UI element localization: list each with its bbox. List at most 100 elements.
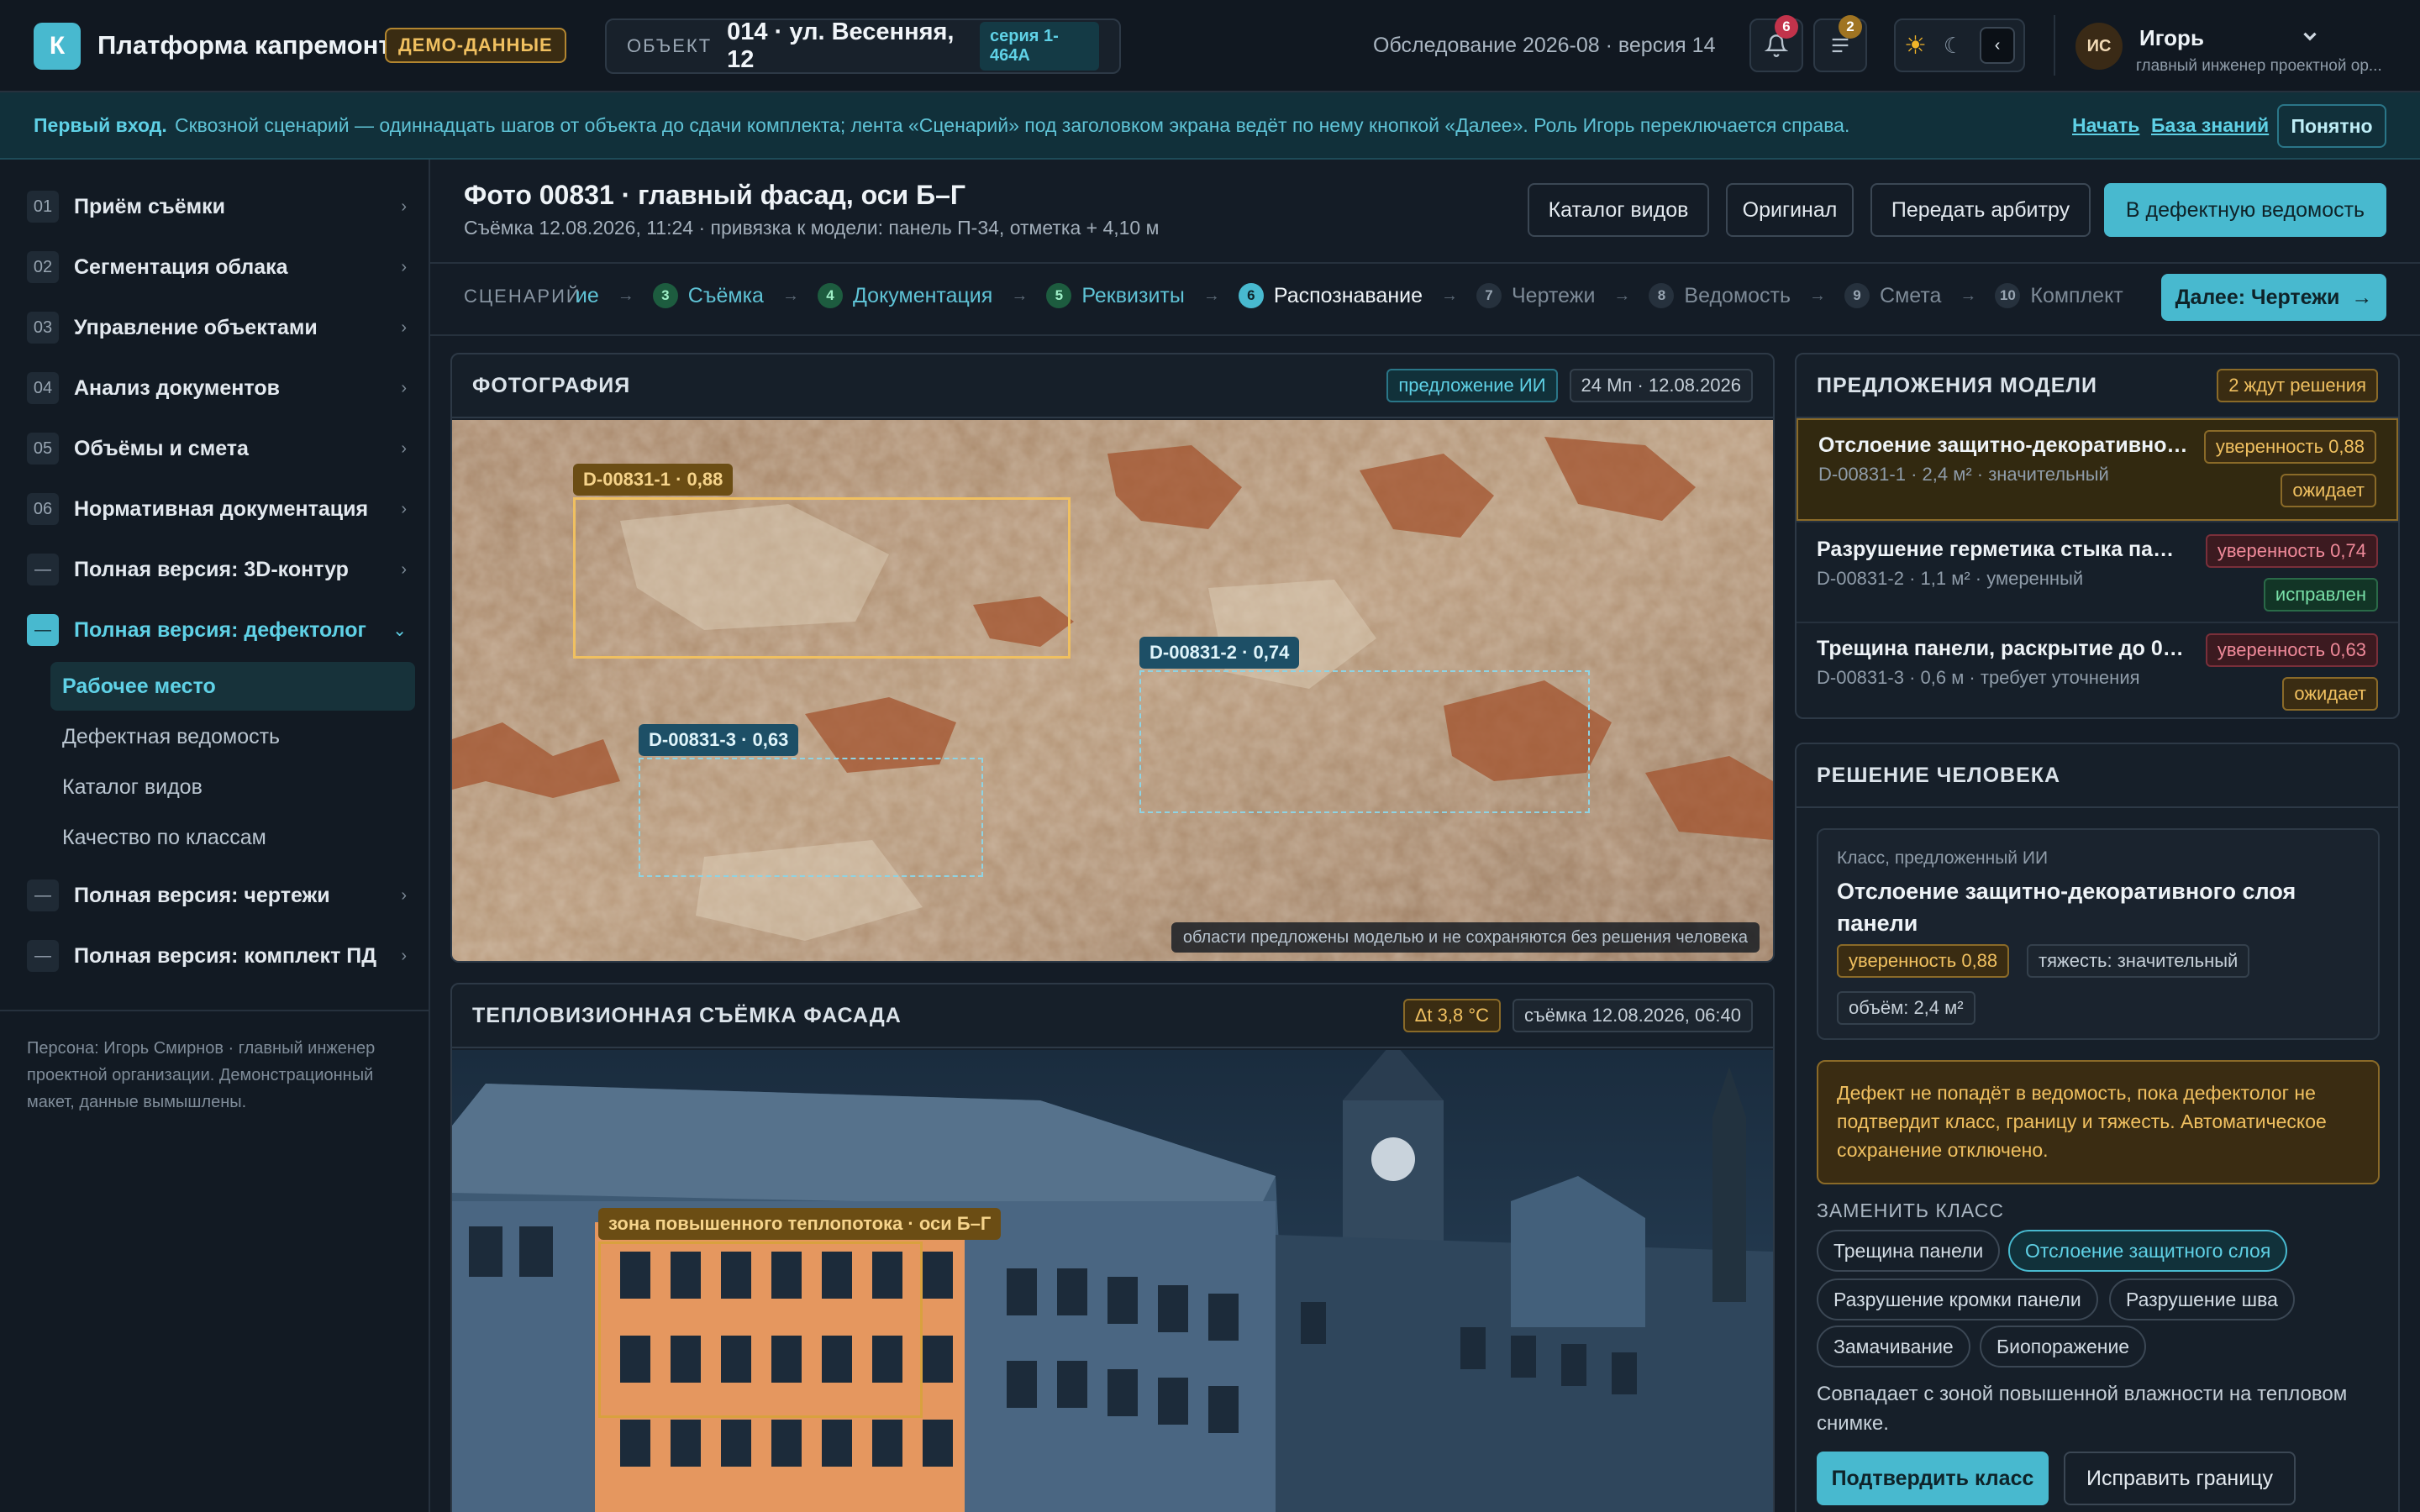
class-option-delamination[interactable]: Отслоение защитного слоя xyxy=(2008,1230,2288,1272)
step-estimate[interactable]: 9 Смета xyxy=(1844,283,1941,308)
class-option-wetting[interactable]: Замачивание xyxy=(1817,1326,1970,1368)
photo-meta-chip: 24 Мп · 12.08.2026 xyxy=(1569,369,1753,402)
defect-box-1[interactable] xyxy=(573,497,1071,659)
defect-box-3[interactable] xyxy=(639,758,983,877)
onboarding-banner: Первый вход. Сквозной сценарий — одиннад… xyxy=(0,92,2420,160)
step-documentation[interactable]: 4 Документация xyxy=(817,283,992,308)
sidebar-item-number: — xyxy=(27,940,59,972)
top-bar: К Платформа капремонта ДЕМО-ДАННЫЕ ОБЪЕК… xyxy=(0,0,2420,92)
dismiss-banner-button[interactable]: Понятно xyxy=(2277,104,2386,148)
thermal-zone-tag[interactable]: зона повышенного теплопотока · оси Б–Г xyxy=(598,1208,1002,1240)
object-selector[interactable]: ОБЪЕКТ 014 · ул. Весенняя, 12 серия 1-46… xyxy=(605,18,1121,74)
step-label: Съёмка xyxy=(687,283,764,307)
notifications-button[interactable]: 6 xyxy=(1749,15,1803,72)
sidebar-item-pd-set[interactable]: — Полная версия: комплект ПД › xyxy=(27,932,415,979)
proposal-item[interactable]: Отслоение защитно-декоративного слоя пан… xyxy=(1797,418,2398,521)
step-drawings[interactable]: 7 Чертежи xyxy=(1476,283,1595,308)
decision-panel-header: РЕШЕНИЕ ЧЕЛОВЕКА xyxy=(1797,744,2398,808)
confidence-chip: уверенность 0,88 xyxy=(2203,430,2376,464)
next-step-button[interactable]: Далее: Чертежи → xyxy=(2161,274,2386,321)
theme-toggle[interactable]: ☀ ☾ ‹ xyxy=(1894,18,2025,72)
step-set[interactable]: 10 Комплект xyxy=(1995,283,2123,308)
scenario-steps: кение → 3 Съёмка → 4 Документация → 5 Рекви… xyxy=(576,274,2131,318)
defect-box-2[interactable] xyxy=(1139,670,1590,813)
sidebar-item-objects[interactable]: 03 Управление объектами › xyxy=(27,304,415,351)
step-shoot[interactable]: 3 Съёмка xyxy=(652,283,764,308)
class-option-joint-damage[interactable]: Разрушение шва xyxy=(2109,1278,2295,1320)
to-defect-sheet-button[interactable]: В дефектную ведомость xyxy=(2104,183,2386,237)
step-number: 10 xyxy=(1995,283,2021,308)
arbiter-button[interactable]: Передать арбитру xyxy=(1870,183,2091,237)
proposal-title: Трещина панели, раскрытие до 0,3 мм xyxy=(1817,637,2186,660)
divider xyxy=(2054,15,2055,76)
knowledge-base-link[interactable]: База знаний xyxy=(2151,114,2269,137)
object-value: 014 · ул. Весенняя, 12 xyxy=(727,18,955,73)
class-option-biodamage[interactable]: Биопоражение xyxy=(1980,1326,2147,1368)
defect-box-3-tag[interactable]: D-00831-3 · 0,63 xyxy=(639,724,799,756)
divider xyxy=(430,262,2420,264)
thermal-panel-title: ТЕПЛОВИЗИОННАЯ СЪЁМКА ФАСАДА xyxy=(472,1003,902,1027)
collapse-toggle-icon[interactable]: ‹ xyxy=(1980,27,2015,64)
banner-lead: Первый вход. xyxy=(34,114,167,136)
chevron-down-icon[interactable] xyxy=(2299,25,2321,47)
step-requisition[interactable]: кение xyxy=(576,284,599,308)
thermal-image[interactable]: зона повышенного теплопотока · оси Б–Г xyxy=(452,1042,1773,1512)
proposal-item[interactable]: Трещина панели, раскрытие до 0,3 мм D-00… xyxy=(1797,622,2398,717)
start-link[interactable]: Начать xyxy=(2072,114,2139,137)
class-option-crack[interactable]: Трещина панели xyxy=(1817,1230,2001,1272)
defect-box-2-tag[interactable]: D-00831-2 · 0,74 xyxy=(1139,637,1300,669)
app-logo[interactable]: К xyxy=(34,23,81,70)
original-button[interactable]: Оригинал xyxy=(1726,183,1854,237)
subnav-workspace[interactable]: Рабочее место xyxy=(50,662,415,711)
step-number: 3 xyxy=(652,283,678,308)
sidebar-item-3d-contour[interactable]: — Полная версия: 3D-контур › xyxy=(27,546,415,593)
pending-chip: 2 ждут решения xyxy=(2217,369,2378,402)
decision-panel-title: РЕШЕНИЕ ЧЕЛОВЕКА xyxy=(1817,763,2061,787)
proposal-item[interactable]: Разрушение герметика стыка панелей D-008… xyxy=(1797,521,2398,622)
subnav-catalog[interactable]: Каталог видов xyxy=(50,763,415,811)
defect-box-1-tag[interactable]: D-00831-1 · 0,88 xyxy=(573,464,734,496)
avatar[interactable]: ИС xyxy=(2075,23,2123,70)
sidebar-item-normative[interactable]: 06 Нормативная документация › xyxy=(27,486,415,533)
thermal-zone-box[interactable] xyxy=(598,1242,923,1418)
sidebar-item-label: Полная версия: дефектолог xyxy=(74,617,366,642)
confidence-chip: уверенность 0,74 xyxy=(2205,534,2378,568)
subnav-quality[interactable]: Качество по классам xyxy=(50,813,415,862)
facade-photo[interactable]: D-00831-1 · 0,88 D-00831-2 · 0,74 D-0083… xyxy=(452,420,1773,961)
user-name[interactable]: Игорь xyxy=(2139,25,2204,51)
sidebar-item-number: 01 xyxy=(27,191,59,223)
fix-boundary-button[interactable]: Исправить границу xyxy=(2064,1452,2296,1505)
ai-class-value: Отслоение защитно-декоративного слоя пан… xyxy=(1837,879,2296,936)
replace-class-label: ЗАМЕНИТЬ КЛАСС xyxy=(1817,1200,2004,1221)
subnav-defect-sheet[interactable]: Дефектная ведомость xyxy=(50,712,415,761)
sun-icon[interactable]: ☀ xyxy=(1904,31,1927,60)
step-label: Распознавание xyxy=(1273,283,1423,307)
decision-panel: РЕШЕНИЕ ЧЕЛОВЕКА Класс, предложенный ИИ … xyxy=(1795,743,2400,1512)
step-requisites[interactable]: 5 Реквизиты xyxy=(1046,283,1185,308)
severity-chip: тяжесть: значительный xyxy=(2027,944,2250,978)
sidebar-item-label: Объёмы и смета xyxy=(74,436,249,460)
step-label: кение xyxy=(576,283,599,307)
sidebar-item-defectologist[interactable]: — Полная версия: дефектолог ⌄ xyxy=(27,606,415,654)
thermal-panel-header: ТЕПЛОВИЗИОННАЯ СЪЁМКА ФАСАДА Δt 3,8 °C с… xyxy=(452,984,1773,1048)
proposal-meta: D-00831-1 · 2,4 м² · значительный xyxy=(1818,464,2109,485)
tasks-button[interactable]: 2 xyxy=(1813,15,1867,72)
proposals-panel-title: ПРЕДЛОЖЕНИЯ МОДЕЛИ xyxy=(1817,373,2097,397)
step-recognition[interactable]: 6 Распознавание xyxy=(1238,283,1423,308)
survey-version[interactable]: Обследование 2026-08 · версия 14 xyxy=(1373,34,1715,58)
sidebar-item-intake[interactable]: 01 Приём съёмки › xyxy=(27,183,415,230)
arrow-right-icon: → xyxy=(781,286,799,305)
thermal-match-note: Совпадает с зоной повышенной влажности н… xyxy=(1817,1383,2348,1435)
chevron-right-icon: › xyxy=(401,499,407,518)
sidebar-item-drawings[interactable]: — Полная версия: чертежи › xyxy=(27,872,415,919)
confirm-class-button[interactable]: Подтвердить класс xyxy=(1817,1452,2049,1505)
step-sheet[interactable]: 8 Ведомость xyxy=(1649,283,1791,308)
class-option-edge-damage[interactable]: Разрушение кромки панели xyxy=(1817,1278,2098,1320)
catalog-button[interactable]: Каталог видов xyxy=(1528,183,1709,237)
sidebar-item-documents[interactable]: 04 Анализ документов › xyxy=(27,365,415,412)
sidebar-item-estimate[interactable]: 05 Объёмы и смета › xyxy=(27,425,415,472)
ai-class-label: Класс, предложенный ИИ xyxy=(1837,848,2049,868)
moon-icon[interactable]: ☾ xyxy=(1944,33,1963,59)
step-label: Смета xyxy=(1880,283,1942,307)
sidebar-item-segmentation[interactable]: 02 Сегментация облака › xyxy=(27,244,415,291)
